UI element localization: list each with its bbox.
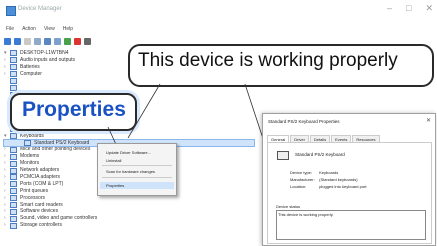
ctx-separator [102, 177, 172, 178]
dialog-title: Standard PS/2 Keyboard Properties [268, 119, 340, 124]
device-status-box[interactable]: This device is working properly. [276, 210, 426, 240]
dialog-general-panel: Standard PS/2 Keyboard Device type: Keyb… [267, 142, 432, 244]
ctx-update-driver[interactable]: Update Driver Software... [106, 150, 151, 155]
manufacturer-value: (Standard keyboards) [319, 177, 358, 182]
manufacturer-row: Manufacturer: (Standard keyboards) [290, 177, 358, 182]
context-menu: Update Driver Software... Uninstall Scan… [97, 143, 177, 196]
ctx-properties[interactable]: Properties [100, 182, 174, 189]
keyboard-icon [277, 151, 289, 160]
location-value: plugged into keyboard port [319, 184, 367, 189]
manufacturer-key: Manufacturer: [290, 177, 315, 182]
status-callout-line [127, 83, 161, 139]
device-status-label: Device status [276, 204, 301, 209]
ctx-uninstall[interactable]: Uninstall [106, 158, 121, 163]
device-name: Standard PS/2 Keyboard [295, 152, 345, 157]
ctx-scan-hardware[interactable]: Scan for hardware changes [106, 169, 155, 174]
location-key: Location: [290, 184, 307, 189]
properties-dialog: Standard PS/2 Keyboard Properties ✕ Gene… [262, 113, 436, 246]
device-type-row: Device type: Keyboards [290, 170, 338, 175]
ctx-separator [102, 165, 172, 166]
location-row: Location: plugged into keyboard port [290, 184, 367, 189]
device-type-value: Keyboards [319, 170, 339, 175]
dialog-close-button[interactable]: ✕ [426, 117, 431, 124]
device-type-key: Device type: [290, 170, 313, 175]
